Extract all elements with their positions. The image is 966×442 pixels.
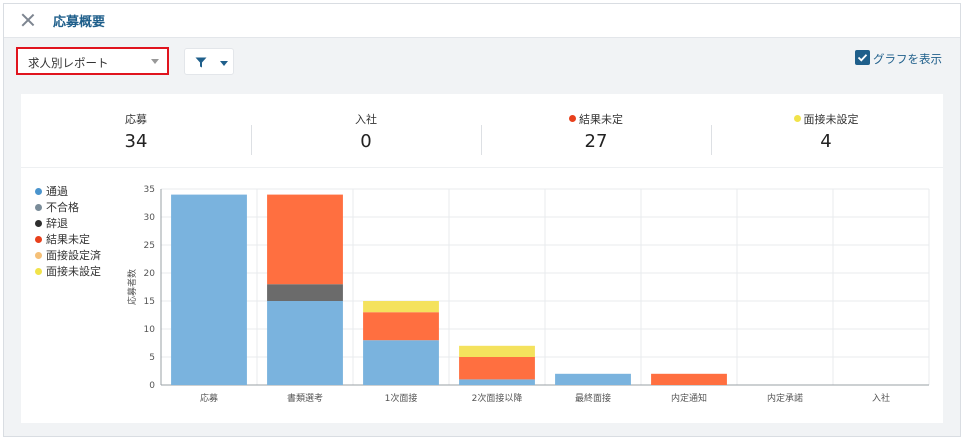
y-tick-label: 0 xyxy=(149,381,155,391)
stat-hired: 入社 0 xyxy=(251,111,481,152)
y-tick-label: 5 xyxy=(149,353,155,363)
legend-label: 面接設定済 xyxy=(46,249,101,262)
legend-item[interactable]: 面接設定済 xyxy=(35,248,101,264)
legend-label: 辞退 xyxy=(46,217,68,230)
chevron-down-icon xyxy=(151,59,159,64)
x-tick-label: 書類選考 xyxy=(287,392,323,404)
bar-segment xyxy=(459,379,535,385)
chevron-down-icon xyxy=(220,61,228,66)
bar-segment xyxy=(267,284,343,301)
y-tick-label: 10 xyxy=(144,325,156,335)
legend-dot-icon xyxy=(35,236,42,243)
summary-stats: 応募 34 入社 0 結果未定 27 面接未設定 4 xyxy=(21,94,943,168)
legend-label: 不合格 xyxy=(46,201,79,214)
status-dot-icon xyxy=(569,115,576,122)
bar-segment xyxy=(363,340,439,385)
stat-interview-unset: 面接未設定 4 xyxy=(711,111,941,152)
legend-label: 結果未定 xyxy=(46,233,90,246)
stat-value: 34 xyxy=(124,131,148,152)
stat-value: 0 xyxy=(360,131,372,152)
y-tick-label: 15 xyxy=(144,297,155,307)
legend-item[interactable]: 面接未設定 xyxy=(35,264,101,280)
y-tick-label: 20 xyxy=(144,269,156,279)
bar-segment xyxy=(363,301,439,313)
bar-segment xyxy=(555,373,631,385)
legend-dot-icon xyxy=(35,252,42,259)
chart-legend: 通過 不合格 辞退 結果未定 面接設定済 面接未設定 xyxy=(35,184,101,280)
legend-label: 面接未設定 xyxy=(46,265,101,278)
legend-dot-icon xyxy=(35,204,42,211)
stat-label: 面接未設定 xyxy=(803,113,859,126)
bar-segment xyxy=(459,345,535,357)
legend-item[interactable]: 通過 xyxy=(35,184,101,200)
legend-item[interactable]: 不合格 xyxy=(35,200,101,216)
filter-button[interactable] xyxy=(184,48,234,75)
legend-item[interactable]: 辞退 xyxy=(35,216,101,232)
y-tick-label: 30 xyxy=(144,213,156,223)
x-tick-label: 1次面接 xyxy=(385,392,418,404)
bar-segment xyxy=(459,357,535,380)
x-tick-label: 入社 xyxy=(872,392,890,404)
stat-applications: 応募 34 xyxy=(21,111,251,152)
checkbox-checked-icon[interactable] xyxy=(855,50,870,65)
y-tick-label: 35 xyxy=(144,185,155,195)
x-tick-label: 応募 xyxy=(200,392,218,404)
bar-segment xyxy=(363,312,439,341)
close-icon[interactable] xyxy=(18,10,38,30)
stat-value: 4 xyxy=(820,131,832,152)
page-title: 応募概要 xyxy=(53,15,106,30)
x-tick-label: 内定通知 xyxy=(671,392,707,404)
x-tick-label: 2次面接以降 xyxy=(472,392,523,404)
bar-segment xyxy=(267,194,343,285)
stat-value: 27 xyxy=(584,131,608,152)
dialog-window: 応募概要 求人別レポート グラフを表示 応募 34 入社 0 結果未定 27 面… xyxy=(3,3,961,437)
y-axis-label: 応募者数 xyxy=(126,269,138,305)
filter-icon xyxy=(195,57,207,68)
legend-dot-icon xyxy=(35,188,42,195)
stat-label: 結果未定 xyxy=(579,113,623,126)
x-tick-label: 最終面接 xyxy=(575,392,611,404)
y-tick-label: 25 xyxy=(144,241,155,251)
report-type-value: 求人別レポート xyxy=(28,56,109,70)
report-type-select[interactable]: 求人別レポート xyxy=(16,47,169,75)
stat-pending: 結果未定 27 xyxy=(481,111,711,152)
status-dot-icon xyxy=(793,115,801,122)
legend-dot-icon xyxy=(35,220,42,227)
stat-label: 入社 xyxy=(355,113,377,126)
legend-dot-icon xyxy=(35,268,42,275)
show-graph-label: グラフを表示 xyxy=(873,52,942,66)
x-tick-label: 内定承諾 xyxy=(767,392,803,404)
bar-segment xyxy=(171,194,247,385)
bar-segment xyxy=(267,301,343,385)
funnel-bar-chart: 0 5 10 15 20 25 30 35 応募者数応募 書類選考 1次面接 2次面接以降 最終面接 内定… xyxy=(126,185,930,404)
bar-segment xyxy=(651,373,727,385)
stat-label: 応募 xyxy=(125,113,147,126)
legend-item[interactable]: 結果未定 xyxy=(35,232,101,248)
legend-label: 通過 xyxy=(46,185,68,198)
title-bar: 応募概要 xyxy=(4,4,960,38)
show-graph-toggle[interactable]: グラフを表示 xyxy=(842,50,942,68)
report-card: 応募 34 入社 0 結果未定 27 面接未設定 4 通過 不合格 辞退 結果未… xyxy=(21,94,943,423)
